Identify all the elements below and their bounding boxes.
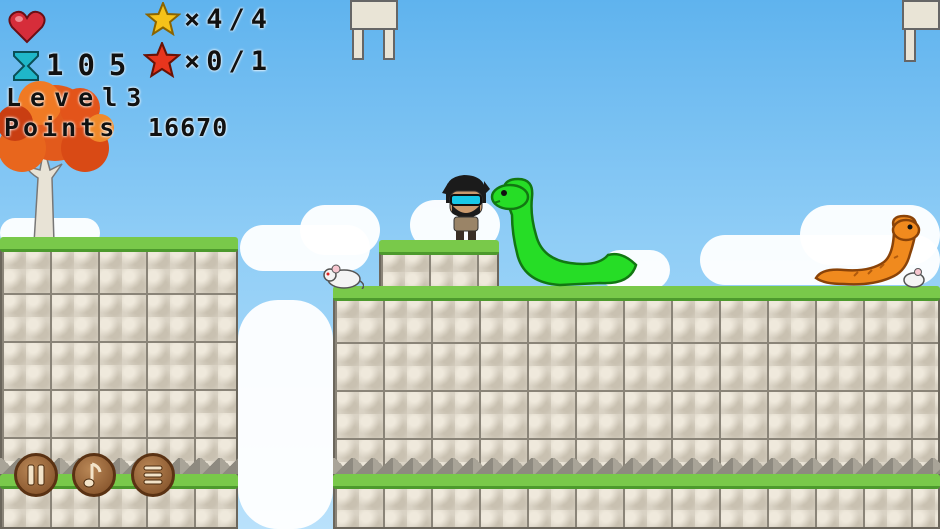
red-star-icon	[143, 42, 181, 78]
pause-button[interactable]	[14, 453, 58, 497]
points-label: Points	[4, 113, 119, 142]
points-value: 16670	[148, 113, 229, 142]
star-icon	[145, 2, 181, 36]
hanging-pillar	[352, 28, 364, 60]
stone-platform-right	[333, 292, 940, 529]
grass-ledge	[0, 237, 238, 252]
game-scene: ×4/4 105 ×0/1 Level3 Points 16670	[0, 0, 940, 529]
cloud	[300, 205, 380, 255]
spike-row	[333, 458, 940, 474]
green-snake-enemy	[490, 177, 638, 287]
hanging-pillar	[904, 28, 916, 62]
grass-ledge	[333, 474, 940, 489]
hourglass-icon	[13, 51, 39, 81]
hanging-pillar	[902, 0, 940, 30]
yellow-star-counter: ×4/4	[184, 4, 274, 35]
hanging-pillar	[383, 28, 395, 60]
music-button[interactable]	[72, 453, 116, 497]
pause-icon	[27, 464, 45, 486]
red-star-counter: ×0/1	[184, 46, 274, 77]
heart-icon	[8, 10, 46, 44]
player-character	[442, 175, 490, 240]
level-label: Level3	[6, 83, 151, 112]
white-mouse-enemy	[903, 268, 925, 288]
white-mouse-enemy	[323, 264, 364, 289]
hanging-pillar	[350, 0, 398, 30]
cloud	[238, 300, 333, 529]
menu-icon	[143, 465, 163, 485]
timer-value: 105	[46, 48, 141, 82]
music-note-icon	[83, 462, 102, 488]
grass-ledge	[379, 240, 499, 255]
menu-button[interactable]	[131, 453, 175, 497]
